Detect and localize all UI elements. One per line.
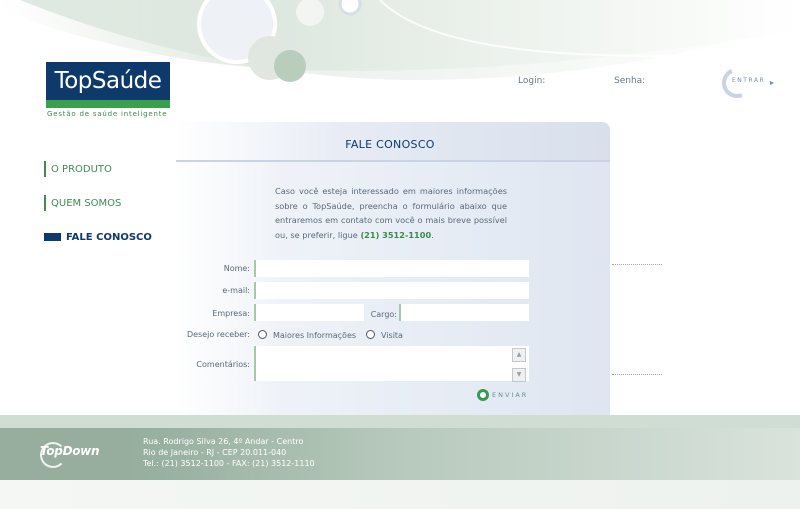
nome-input[interactable] [254, 260, 529, 277]
panel-title: FALE CONOSCO [345, 138, 435, 151]
intro-phone: (21) 3512-1100 [360, 229, 432, 240]
nav-item-label: QUEM SOMOS [51, 197, 122, 209]
logo-accent-bar [46, 100, 170, 108]
footer-top-band [0, 415, 800, 428]
email-input[interactable] [254, 282, 529, 299]
nav-item-fale-conosco[interactable]: FALE CONOSCO [44, 228, 152, 246]
radio-visita-label: Visita [381, 331, 403, 340]
footer-brand-logo: TopDown [40, 444, 100, 458]
intro-end: . [431, 229, 434, 240]
enviar-button[interactable]: ENVIAR [492, 391, 528, 399]
footer-bottom-band [0, 480, 800, 509]
address-line: Tel.: (21) 3512-1100 - FAX: (21) 3512-11… [143, 459, 315, 468]
nome-label: Nome: [223, 264, 250, 273]
empresa-label: Empresa: [212, 309, 250, 318]
radio-visita[interactable] [366, 330, 375, 339]
senha-label: Senha: [614, 76, 646, 86]
desejo-label: Desejo receber: [186, 330, 250, 339]
nav-marker [44, 161, 46, 177]
logo-text: TopSaúde [54, 68, 162, 94]
comentarios-label: Comentários: [196, 360, 250, 369]
address-line: Rua. Rodrigo Silva 26, 4º Andar - Centro [143, 437, 304, 446]
enviar-ring-icon[interactable] [477, 389, 489, 401]
nav-marker [44, 195, 46, 211]
radio-maiores-informacoes[interactable] [258, 330, 267, 339]
logo-tagline: Gestão de saúde inteligente [47, 110, 168, 118]
nav-item-label: O PRODUTO [51, 163, 112, 175]
comentarios-textarea[interactable] [254, 346, 529, 381]
empresa-input[interactable] [254, 304, 364, 321]
nav-item-produto[interactable]: O PRODUTO [44, 160, 112, 178]
nav-item-label: FALE CONOSCO [66, 231, 152, 243]
cargo-label: Cargo: [370, 310, 397, 319]
address-line: Rio de Janeiro - RJ - CEP 20.011-040 [143, 448, 287, 457]
entrar-label[interactable]: ENTRAR [732, 77, 765, 84]
cargo-input[interactable] [399, 304, 529, 321]
intro-text: Caso você esteja interessado em maiores … [275, 184, 507, 242]
divider [612, 264, 662, 265]
scroll-down-arrow-icon[interactable]: ▼ [512, 368, 526, 382]
email-label: e-mail: [222, 286, 250, 295]
scroll-up-arrow-icon[interactable]: ▲ [512, 348, 526, 362]
nav-item-quem-somos[interactable]: QUEM SOMOS [44, 194, 121, 212]
login-label: Login: [518, 76, 546, 86]
footer-address: Rua. Rodrigo Silva 26, 4º Andar - Centro… [143, 436, 315, 469]
radio-maiores-label: Maiores Informações [273, 331, 357, 340]
nav-marker-active [44, 233, 61, 241]
divider [612, 374, 662, 375]
